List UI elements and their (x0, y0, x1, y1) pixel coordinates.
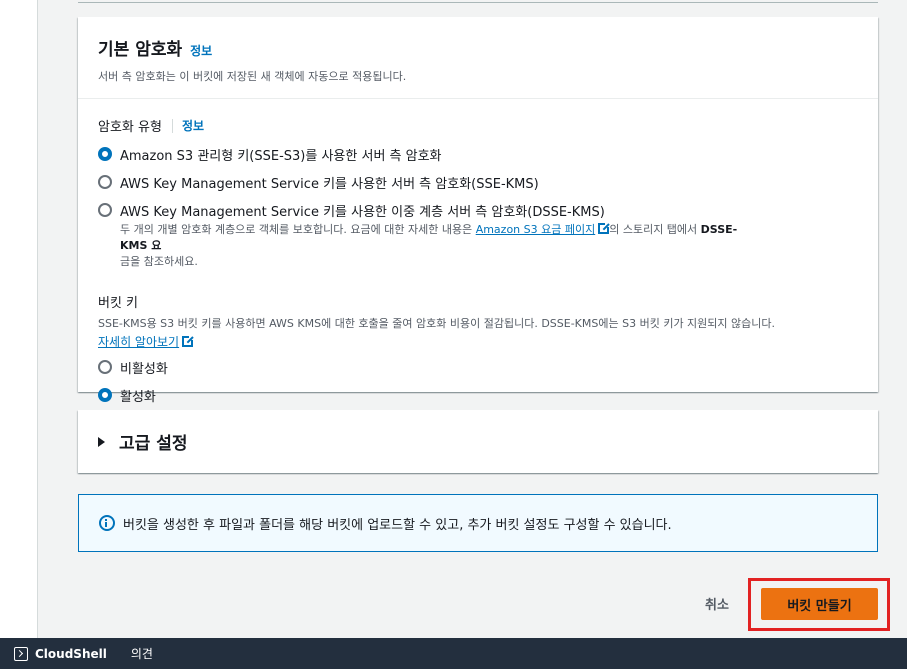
encryption-type-info-link[interactable]: 정보 (182, 117, 204, 134)
radio-dsse-kms[interactable] (98, 203, 112, 217)
cloudshell-link[interactable]: CloudShell (35, 647, 107, 661)
dsse-kms-text-block: AWS Key Management Service 키를 사용한 이중 계층 … (120, 201, 760, 270)
bucket-key-label: 버킷 키 (98, 296, 139, 311)
radio-label-sse-s3: Amazon S3 관리형 키(SSE-S3)를 사용한 서버 측 암호화 (120, 149, 442, 164)
left-navigation-rail (0, 0, 38, 638)
radio-bucket-key-enable[interactable] (98, 388, 112, 402)
radio-sse-kms[interactable] (98, 175, 112, 189)
encryption-panel-body: 암호화 유형 정보 Amazon S3 관리형 키(SSE-S3)를 사용한 서… (78, 99, 878, 405)
radio-label-enable: 활성화 (120, 390, 156, 405)
encryption-title: 기본 암호화 (98, 40, 183, 60)
bucket-key-option-enable[interactable]: 활성화 (98, 386, 858, 405)
feedback-link[interactable]: 의견 (131, 645, 153, 662)
encryption-description: 서버 측 암호화는 이 버킷에 저장된 새 객체에 자동으로 적용됩니다. (98, 70, 407, 83)
s3-pricing-link[interactable]: Amazon S3 요금 페이지 (476, 223, 596, 236)
dsse-desc-middle: 의 스토리지 탭에서 (609, 223, 701, 236)
radio-sse-s3[interactable] (98, 147, 112, 161)
highlight-annotation-box (748, 578, 890, 631)
cloudshell-icon[interactable] (14, 646, 28, 661)
encryption-type-label: 암호화 유형 (98, 120, 162, 135)
advanced-settings-expander[interactable]: 고급 설정 (78, 410, 878, 473)
previous-panel-edge (78, 0, 878, 3)
encryption-option-sse-s3[interactable]: Amazon S3 관리형 키(SSE-S3)를 사용한 서버 측 암호화 (98, 145, 858, 164)
external-link-icon[interactable] (598, 222, 611, 234)
encryption-option-dsse-kms[interactable]: AWS Key Management Service 키를 사용한 이중 계층 … (98, 201, 858, 270)
console-footer: CloudShell 의견 (0, 638, 907, 669)
dsse-desc-suffix: 금을 참조하세요. (120, 255, 198, 268)
label-divider (171, 118, 173, 133)
learn-more-link[interactable]: 자세히 알아보기 (98, 333, 179, 350)
info-alert-text: 버킷을 생성한 후 파일과 폴더를 해당 버킷에 업로드할 수 있고, 추가 버… (123, 517, 672, 533)
encryption-panel-header: 기본 암호화 정보 서버 측 암호화는 이 버킷에 저장된 새 객체에 자동으로… (78, 17, 878, 99)
caret-right-icon (98, 436, 105, 447)
learn-more-row: 자세히 알아보기 (98, 331, 858, 350)
bucket-key-section: 버킷 키 SSE-KMS용 S3 버킷 키를 사용하면 AWS KMS에 대한 … (98, 292, 858, 405)
radio-label-disable: 비활성화 (120, 362, 168, 377)
cancel-button[interactable]: 취소 (690, 588, 744, 618)
radio-label-dsse-kms: AWS Key Management Service 키를 사용한 이중 계층 … (120, 205, 605, 220)
external-link-icon[interactable] (182, 335, 195, 347)
bucket-key-option-disable[interactable]: 비활성화 (98, 358, 858, 377)
info-alert: 버킷을 생성한 후 파일과 폴더를 해당 버킷에 업로드할 수 있고, 추가 버… (78, 494, 878, 552)
encryption-info-link[interactable]: 정보 (190, 42, 212, 59)
dsse-desc-prefix: 두 개의 개별 암호화 계층으로 객체를 보호합니다. 요금에 대한 자세한 내… (120, 223, 476, 236)
default-encryption-panel: 기본 암호화 정보 서버 측 암호화는 이 버킷에 저장된 새 객체에 자동으로… (78, 17, 878, 405)
radio-bucket-key-disable[interactable] (98, 360, 112, 374)
advanced-settings-title: 고급 설정 (119, 434, 188, 454)
dsse-kms-description: 두 개의 개별 암호화 계층으로 객체를 보호합니다. 요금에 대한 자세한 내… (120, 222, 760, 270)
encryption-title-row: 기본 암호화 정보 (98, 35, 858, 60)
encryption-option-sse-kms[interactable]: AWS Key Management Service 키를 사용한 서버 측 암… (98, 173, 858, 192)
encryption-type-label-row: 암호화 유형 정보 (98, 116, 858, 135)
radio-label-sse-kms: AWS Key Management Service 키를 사용한 서버 측 암… (120, 177, 539, 192)
info-circle-icon (99, 515, 115, 531)
bucket-key-description: SSE-KMS용 S3 버킷 키를 사용하면 AWS KMS에 대한 호출을 줄… (98, 317, 776, 330)
